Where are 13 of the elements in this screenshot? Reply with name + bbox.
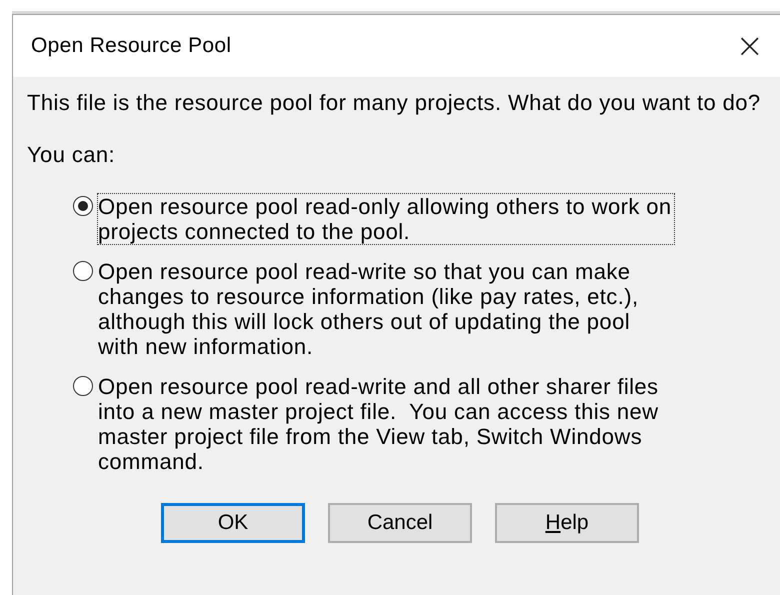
close-button[interactable]: × <box>736 29 764 63</box>
option-label[interactable]: Open resource pool read-write and all other sharer files into a new master project file. You can access this new master project file from the View tab, Switch Windows command. <box>97 373 662 475</box>
option-label[interactable]: Open resource pool read-write so that you can make changes to resource information (like pay rates, etc.), although this will lock others out of updating the pool with new information. <box>97 258 642 360</box>
radio-button[interactable] <box>73 261 93 281</box>
window-title: Open Resource Pool <box>31 34 232 58</box>
dialog-button[interactable]: OK <box>161 503 305 543</box>
option-label[interactable]: Open resource pool read-only allowing others to work on projects connected to the pool. <box>97 193 675 245</box>
prompt-text: This file is the resource pool for many projects. What do you want to do? <box>27 91 762 115</box>
dialog-button[interactable]: Cancel <box>328 503 472 543</box>
dialog-button[interactable]: Help <box>495 503 639 543</box>
radio-button[interactable] <box>73 376 93 396</box>
radio-button[interactable] <box>73 196 93 216</box>
options-label: You can: <box>27 143 116 167</box>
